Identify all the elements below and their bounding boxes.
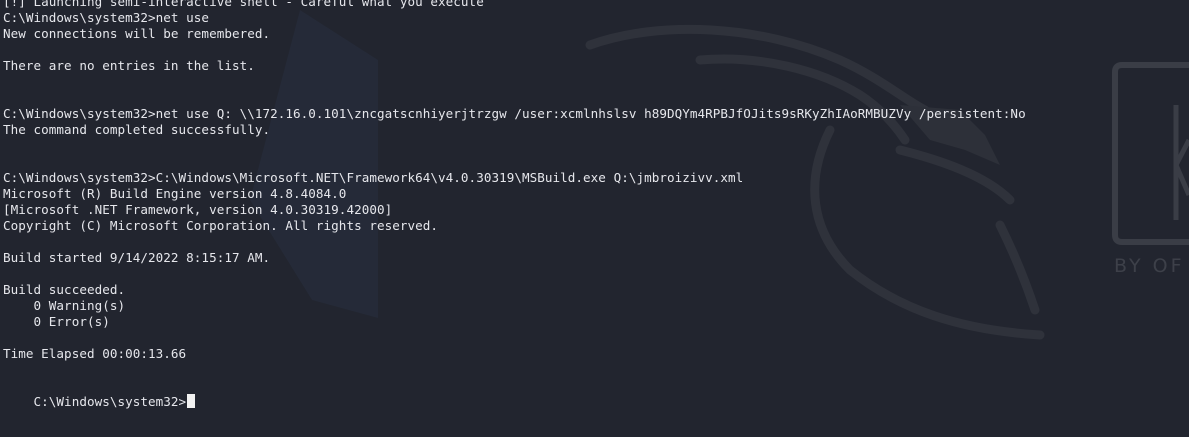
terminal-line: Microsoft (R) Build Engine version 4.8.4… xyxy=(3,186,347,201)
terminal-line: [Microsoft .NET Framework, version 4.0.3… xyxy=(3,202,393,217)
terminal-line: C:\Windows\system32>net use Q: \\172.16.… xyxy=(3,106,1026,121)
terminal-line: Copyright (C) Microsoft Corporation. All… xyxy=(3,218,439,233)
command-prompt: C:\Windows\system32> xyxy=(33,394,187,409)
terminal-line: There are no entries in the list. xyxy=(3,58,255,73)
terminal-line: 0 Warning(s) xyxy=(3,298,126,313)
terminal-output[interactable]: [!] Launching semi-interactive shell - C… xyxy=(3,0,1183,409)
command-prompt-line[interactable]: C:\Windows\system32> xyxy=(3,378,1183,409)
terminal-line: Build succeeded. xyxy=(3,282,126,297)
terminal-line: [!] Launching semi-interactive shell - C… xyxy=(3,0,484,9)
terminal-line: Time Elapsed 00:00:13.66 xyxy=(3,346,187,361)
terminal-line: 0 Error(s) xyxy=(3,314,110,329)
terminal-line: The command completed successfully. xyxy=(3,122,271,137)
terminal-line: Build started 9/14/2022 8:15:17 AM. xyxy=(3,250,271,265)
terminal-line: New connections will be remembered. xyxy=(3,26,271,41)
terminal-line: C:\Windows\system32>C:\Windows\Microsoft… xyxy=(3,170,744,185)
terminal-line: C:\Windows\system32>net use xyxy=(3,10,210,25)
text-cursor[interactable] xyxy=(187,394,196,408)
